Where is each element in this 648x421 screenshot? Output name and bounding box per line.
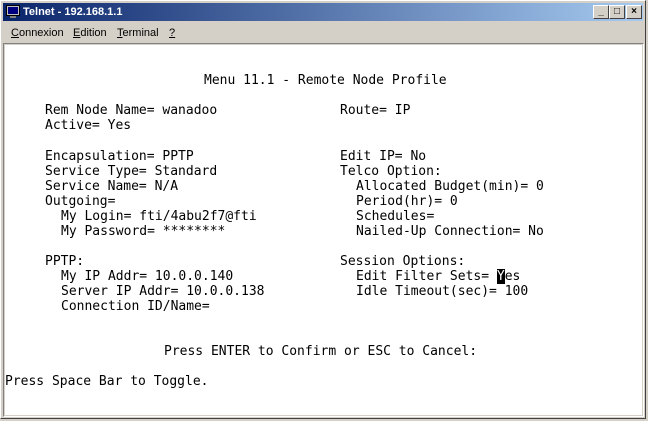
window-title: Telnet - 192.168.1.1: [23, 6, 123, 18]
period-field[interactable]: Period(hr)= 0: [356, 194, 458, 209]
my-password-field[interactable]: My Password= ********: [61, 224, 225, 239]
my-ip-addr-field[interactable]: My IP Addr= 10.0.0.140: [61, 269, 233, 284]
telco-option-heading: Telco Option:: [340, 164, 442, 179]
telnet-window: Telnet - 192.168.1.1 _ □ × Connexion Edi…: [0, 0, 646, 419]
rem-node-name-field[interactable]: Rem Node Name= wanadoo: [45, 103, 217, 118]
schedules-field[interactable]: Schedules=: [356, 209, 434, 224]
connection-id-field[interactable]: Connection ID/Name=: [61, 299, 210, 314]
service-type-field[interactable]: Service Type= Standard: [45, 164, 217, 179]
menu-title: Menu 11.1 - Remote Node Profile: [204, 73, 447, 88]
edit-filter-sets-label: Edit Filter Sets=: [356, 269, 497, 284]
my-login-field[interactable]: My Login= fti/4abu2f7@fti: [61, 209, 257, 224]
terminal-frame: Menu 11.1 - Remote Node Profile Rem Node…: [3, 43, 644, 417]
service-name-field[interactable]: Service Name= N/A: [45, 179, 178, 194]
menu-help-mnemonic: ?: [169, 27, 176, 39]
edit-filter-sets-value-rest: es: [504, 269, 521, 284]
active-field[interactable]: Active= Yes: [45, 118, 131, 133]
minimize-button[interactable]: _: [593, 5, 609, 19]
menu-help[interactable]: ?: [169, 26, 175, 40]
edit-ip-field[interactable]: Edit IP= No: [340, 149, 426, 164]
pptp-heading: PPTP:: [45, 254, 85, 269]
menu-connexion-label: onnexion: [18, 27, 64, 39]
menu-connexion[interactable]: Connexion: [11, 26, 64, 40]
outgoing-heading: Outgoing=: [45, 194, 116, 209]
terminal-screen[interactable]: Menu 11.1 - Remote Node Profile Rem Node…: [5, 45, 642, 415]
idle-timeout-field[interactable]: Idle Timeout(sec)= 100: [356, 284, 528, 299]
menu-bar: Connexion Edition Terminal ?: [3, 23, 643, 42]
session-options-heading: Session Options:: [340, 254, 466, 269]
telnet-app-icon: [6, 5, 20, 18]
menu-connexion-mnemonic: C: [11, 27, 19, 39]
maximize-icon: □: [613, 6, 621, 17]
allocated-budget-field[interactable]: Allocated Budget(min)= 0: [356, 179, 544, 194]
minimize-icon: _: [598, 6, 604, 17]
menu-terminal-label: erminal: [122, 27, 159, 39]
route-field[interactable]: Route= IP: [340, 103, 410, 118]
confirm-prompt: Press ENTER to Confirm or ESC to Cancel:: [164, 344, 478, 359]
title-bar[interactable]: Telnet - 192.168.1.1 _ □ ×: [3, 3, 643, 21]
close-button[interactable]: ×: [626, 5, 642, 19]
server-ip-addr-field[interactable]: Server IP Addr= 10.0.0.138: [61, 284, 265, 299]
encapsulation-field[interactable]: Encapsulation= PPTP: [45, 149, 194, 164]
menu-edition[interactable]: Edition: [73, 26, 107, 40]
close-icon: ×: [631, 6, 637, 17]
edit-filter-sets-field[interactable]: Edit Filter Sets= Yes: [356, 269, 520, 284]
text-cursor: Y: [496, 269, 505, 284]
menu-terminal[interactable]: Terminal: [117, 26, 159, 40]
nailed-up-connection-field[interactable]: Nailed-Up Connection= No: [356, 224, 544, 239]
status-line: Press Space Bar to Toggle.: [5, 374, 209, 389]
menu-edition-label: dition: [80, 27, 107, 39]
maximize-button[interactable]: □: [609, 5, 625, 19]
